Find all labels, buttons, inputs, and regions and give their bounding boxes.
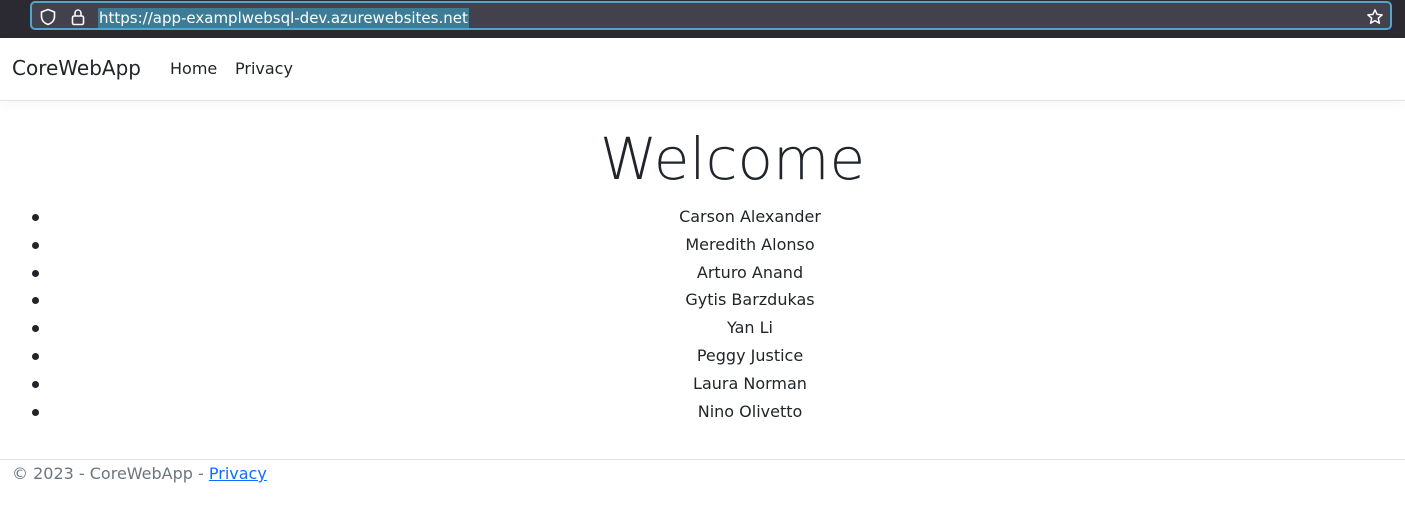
bullet bbox=[32, 408, 39, 416]
lock-icon[interactable] bbox=[69, 8, 87, 26]
list-item: Peggy Justice bbox=[0, 342, 1405, 370]
address-bar[interactable]: https://app-examplwebsql-dev.azurewebsit… bbox=[30, 1, 1392, 30]
student-name: Arturo Anand bbox=[696, 262, 804, 282]
copyright-text: © 2023 - CoreWebApp - bbox=[12, 464, 209, 483]
shield-icon[interactable] bbox=[39, 8, 57, 26]
list-item: Nino Olivetto bbox=[0, 398, 1405, 426]
footer-text: © 2023 - CoreWebApp - Privacy bbox=[12, 464, 267, 483]
page-heading: Welcome bbox=[599, 125, 866, 193]
student-name: Carson Alexander bbox=[679, 207, 821, 226]
student-name: Peggy Justice bbox=[696, 345, 804, 365]
star-icon[interactable] bbox=[1366, 8, 1384, 26]
nav-privacy-link[interactable]: Privacy bbox=[235, 59, 293, 78]
student-name: Meredith Alonso bbox=[685, 234, 815, 254]
footer: © 2023 - CoreWebApp - Privacy bbox=[0, 459, 1405, 514]
nav-home-link[interactable]: Home bbox=[170, 59, 217, 78]
browser-toolbar: https://app-examplwebsql-dev.azurewebsit… bbox=[0, 0, 1405, 38]
bullet bbox=[32, 214, 39, 221]
student-name: Laura Norman bbox=[693, 373, 807, 393]
list-item: Arturo Anand bbox=[0, 259, 1405, 287]
list-item: Carson Alexander bbox=[0, 203, 1405, 231]
list-item: Yan Li bbox=[0, 314, 1405, 342]
bullet bbox=[32, 352, 39, 360]
student-name: Yan Li bbox=[727, 318, 773, 338]
student-name: Nino Olivetto bbox=[697, 401, 803, 421]
student-name: Gytis Barzdukas bbox=[685, 290, 815, 310]
bullet bbox=[32, 380, 39, 388]
bullet bbox=[32, 325, 39, 333]
url-text[interactable]: https://app-examplwebsql-dev.azurewebsit… bbox=[98, 8, 469, 28]
bullet bbox=[32, 269, 39, 277]
bullet bbox=[32, 297, 39, 305]
list-item: Laura Norman bbox=[0, 370, 1405, 398]
navbar: CoreWebApp Home Privacy bbox=[0, 38, 1405, 101]
list-item: Meredith Alonso bbox=[0, 231, 1405, 259]
footer-privacy-link[interactable]: Privacy bbox=[209, 464, 267, 483]
student-list: Carson Alexander Meredith Alonso Arturo … bbox=[0, 203, 1405, 425]
bullet bbox=[32, 241, 39, 249]
brand-link[interactable]: CoreWebApp bbox=[12, 56, 141, 80]
list-item: Gytis Barzdukas bbox=[0, 286, 1405, 314]
